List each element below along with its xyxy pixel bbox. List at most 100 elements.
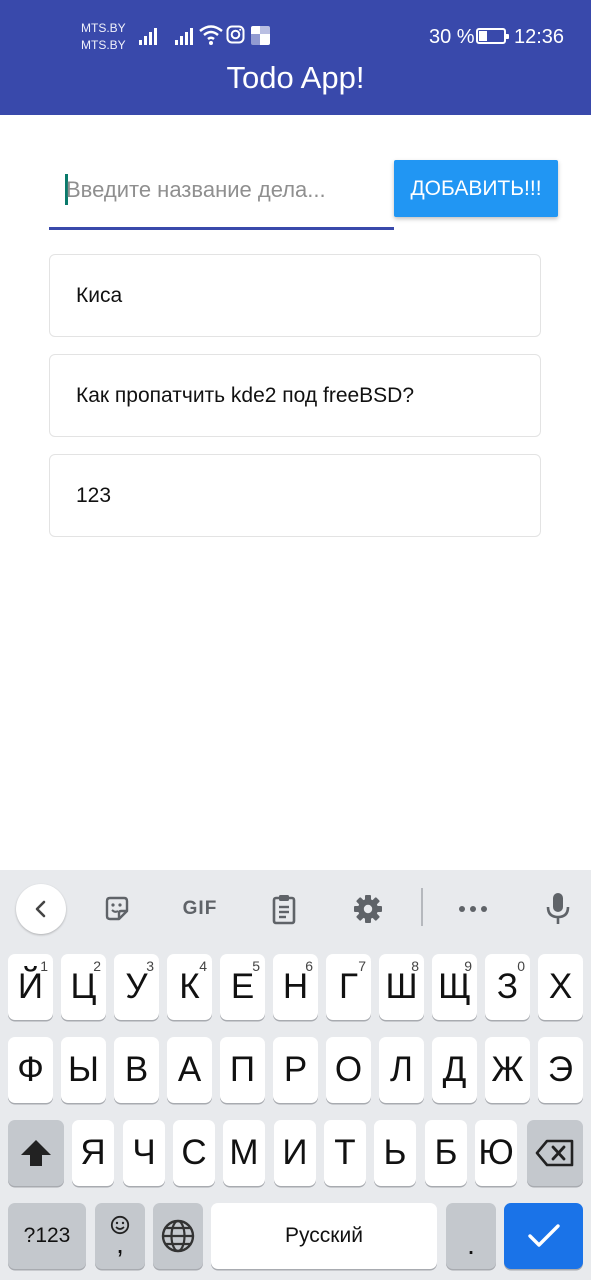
key-е[interactable]: Е5 (220, 954, 265, 1020)
key-н[interactable]: Н6 (273, 954, 318, 1020)
key-и[interactable]: И (274, 1120, 316, 1186)
add-todo-button[interactable]: ДОБАВИТЬ!!! (394, 160, 558, 217)
key-label: Ь (383, 1133, 407, 1172)
carrier-1: MTS.BY (81, 21, 126, 35)
key-label: З (496, 967, 519, 1006)
key-ы[interactable]: Ы (61, 1037, 106, 1103)
backspace-key[interactable] (527, 1120, 583, 1186)
key-label: ?123 (23, 1224, 71, 1247)
key-п[interactable]: П (220, 1037, 265, 1103)
signal-icon (139, 27, 159, 45)
key-hint: 3 (146, 958, 154, 974)
key-т[interactable]: Т (324, 1120, 366, 1186)
key-label: Э (547, 1050, 574, 1089)
key-х[interactable]: Х (538, 954, 583, 1020)
key-э[interactable]: Э (538, 1037, 583, 1103)
key-й[interactable]: Й1 (8, 954, 53, 1020)
key-д[interactable]: Д (432, 1037, 477, 1103)
key-л[interactable]: Л (379, 1037, 424, 1103)
key-hint: 2 (93, 958, 101, 974)
toolbar-divider (421, 888, 423, 926)
key-label: Я (80, 1133, 106, 1172)
key-label: А (177, 1050, 202, 1089)
key-label: , (116, 1228, 124, 1259)
key-hint: 1 (40, 958, 48, 974)
enter-key[interactable] (504, 1203, 583, 1269)
battery-icon (476, 28, 509, 44)
key-label: Л (390, 1050, 413, 1089)
sticker-icon[interactable] (92, 884, 142, 934)
key-с[interactable]: С (173, 1120, 215, 1186)
key-ш[interactable]: Ш8 (379, 954, 424, 1020)
key-label: Ж (491, 1050, 524, 1089)
period-key[interactable]: . (446, 1203, 496, 1269)
key-щ[interactable]: Щ9 (432, 954, 477, 1020)
key-label: У (125, 967, 148, 1006)
todo-input-container (49, 160, 394, 230)
key-о[interactable]: О (326, 1037, 371, 1103)
gif-button[interactable]: GIF (175, 884, 225, 934)
key-ж[interactable]: Ж (485, 1037, 530, 1103)
clipboard-icon[interactable] (259, 884, 309, 934)
battery-percent: 30 % (429, 26, 475, 48)
app-notification-icon (251, 26, 270, 45)
shift-key[interactable] (8, 1120, 64, 1186)
todo-item-text: Как пропатчить kde2 под freeBSD? (76, 383, 415, 407)
key-ф[interactable]: Ф (8, 1037, 53, 1103)
key-label: И (282, 1133, 308, 1172)
key-hint: 9 (464, 958, 472, 974)
key-ч[interactable]: Ч (123, 1120, 165, 1186)
key-м[interactable]: М (223, 1120, 265, 1186)
key-hint: 8 (411, 958, 419, 974)
carrier-labels: MTS.BY MTS.BY (81, 20, 126, 54)
key-hint: 7 (358, 958, 366, 974)
key-label: Е (230, 967, 255, 1006)
key-label: О (334, 1050, 363, 1089)
todo-item[interactable]: Киса (49, 254, 541, 337)
key-ю[interactable]: Ю (475, 1120, 517, 1186)
key-я[interactable]: Я (72, 1120, 114, 1186)
todo-title-input[interactable] (65, 168, 385, 212)
app-bar: MTS.BY MTS.BY 30 % 12:36 Todo App! (0, 0, 591, 115)
checkmark-icon (527, 1224, 560, 1247)
wifi-icon (199, 25, 223, 45)
todo-item[interactable]: 123 (49, 454, 541, 537)
language-key[interactable] (153, 1203, 203, 1269)
key-ц[interactable]: Ц2 (61, 954, 106, 1020)
key-г[interactable]: Г7 (326, 954, 371, 1020)
key-а[interactable]: А (167, 1037, 212, 1103)
back-icon[interactable] (16, 884, 66, 934)
key-label: . (467, 1229, 475, 1260)
key-к[interactable]: К4 (167, 954, 212, 1020)
key-б[interactable]: Б (425, 1120, 467, 1186)
key-label: Б (434, 1133, 458, 1172)
todo-item[interactable]: Как пропатчить kde2 под freeBSD? (49, 354, 541, 437)
settings-icon[interactable] (343, 884, 393, 934)
battery-level (479, 31, 487, 41)
clock: 12:36 (514, 26, 565, 48)
key-в[interactable]: В (114, 1037, 159, 1103)
key-label: Х (548, 967, 573, 1006)
key-label: Ч (132, 1133, 156, 1172)
more-icon[interactable] (448, 884, 498, 934)
key-label: Д (442, 1050, 467, 1089)
key-з[interactable]: З0 (485, 954, 530, 1020)
globe-icon (161, 1219, 195, 1253)
key-у[interactable]: У3 (114, 954, 159, 1020)
signal-icon (175, 27, 195, 45)
todo-list: Киса Как пропатчить kde2 под freeBSD? 12… (49, 254, 541, 554)
key-р[interactable]: Р (273, 1037, 318, 1103)
key-label: Русский (285, 1224, 363, 1247)
symbols-key[interactable]: ?123 (8, 1203, 86, 1269)
key-label: С (181, 1133, 207, 1172)
key-label: Ю (478, 1133, 514, 1172)
carrier-2: MTS.BY (81, 38, 126, 52)
key-ь[interactable]: Ь (374, 1120, 416, 1186)
emoji-comma-key[interactable]: , (95, 1203, 145, 1269)
space-key[interactable]: Русский (211, 1203, 437, 1269)
todo-item-text: Киса (76, 283, 123, 307)
app-title: Todo App! (226, 60, 365, 95)
microphone-icon[interactable] (533, 884, 583, 934)
keyboard-toolbar: GIF (0, 870, 591, 946)
key-label: Т (334, 1133, 356, 1172)
